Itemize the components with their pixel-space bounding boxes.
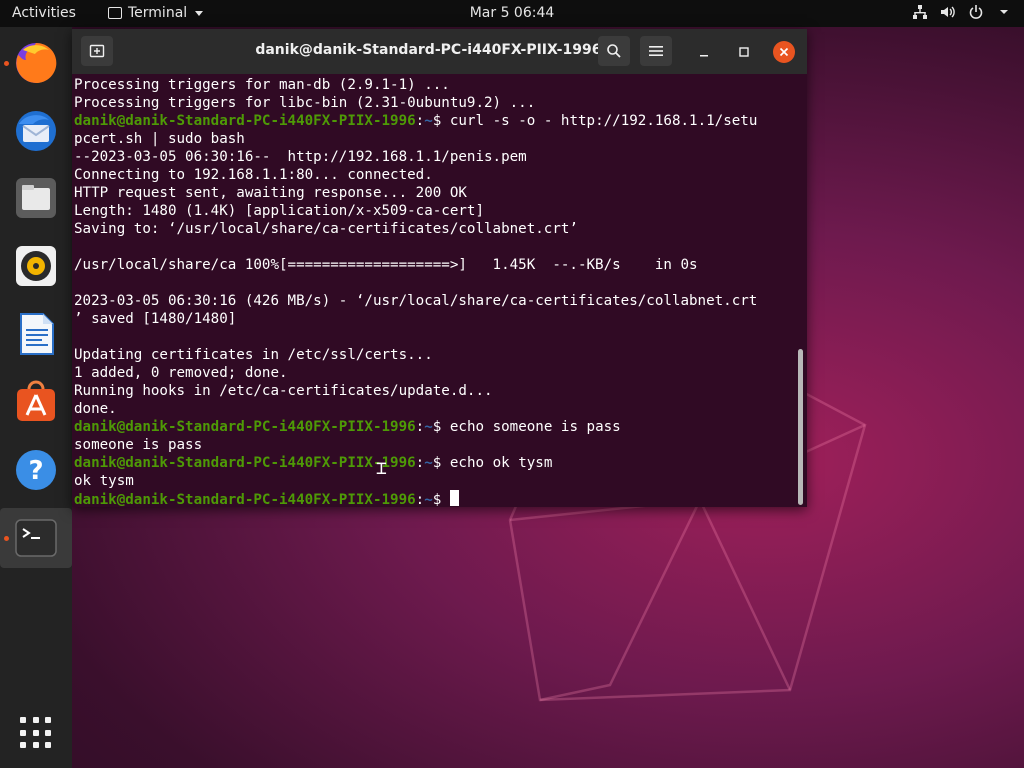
terminal-output-line: Processing triggers for man-db (2.9.1-1)… [74, 77, 450, 93]
terminal-output[interactable]: Processing triggers for man-db (2.9.1-1)… [74, 76, 794, 506]
prompt-path: ~ [424, 419, 433, 435]
terminal-cursor [449, 490, 459, 506]
dock-item-terminal[interactable] [0, 508, 72, 568]
terminal-window[interactable]: danik@danik-Standard-PC-i440FX-PIIX-1996… [72, 29, 807, 507]
prompt-path: ~ [424, 455, 433, 471]
files-icon [16, 178, 56, 218]
terminal-prompt-line: danik@danik-Standard-PC-i440FX-PIIX-1996… [74, 490, 794, 506]
text-cursor-icon: ⌶ [376, 458, 387, 479]
close-button[interactable] [773, 41, 795, 63]
hamburger-icon [649, 46, 663, 56]
prompt-dollar: $ [432, 492, 450, 506]
terminal-headerbar[interactable]: danik@danik-Standard-PC-i440FX-PIIX-1996… [72, 29, 807, 74]
prompt-user-host: danik@danik-Standard-PC-i440FX-PIIX-1996 [74, 455, 416, 471]
top-bar: Activities Terminal Mar 5 06:44 [0, 0, 1024, 27]
close-icon [779, 47, 789, 57]
dock-item-thunderbird[interactable] [0, 101, 72, 161]
clock[interactable]: Mar 5 06:44 [470, 5, 555, 21]
prompt-path: ~ [424, 492, 433, 506]
terminal-output-line: Connecting to 192.168.1.1:80... connecte… [74, 167, 433, 183]
dock-item-files[interactable] [0, 168, 72, 228]
dock-item-ubuntu-software[interactable] [0, 372, 72, 432]
dock-item-firefox[interactable] [0, 33, 72, 93]
search-button[interactable] [598, 36, 630, 66]
activities-button[interactable]: Activities [12, 5, 76, 21]
rhythmbox-icon [16, 246, 56, 286]
minimize-icon [700, 55, 708, 57]
terminal-icon [15, 519, 57, 557]
app-menu-label: Terminal [128, 5, 188, 21]
prompt-dollar: $ [432, 113, 450, 129]
command-text: echo ok tysm [449, 455, 553, 471]
terminal-output-line: Running hooks in /etc/ca-certificates/up… [74, 383, 493, 399]
app-menu[interactable]: Terminal [108, 5, 204, 21]
system-tray[interactable] [912, 4, 1012, 20]
terminal-output-line: /usr/local/share/ca 100%[===============… [74, 257, 698, 273]
prompt-colon: : [415, 113, 425, 129]
terminal-prompt-line: danik@danik-Standard-PC-i440FX-PIIX-1996… [74, 454, 794, 472]
prompt-user-host: danik@danik-Standard-PC-i440FX-PIIX-1996 [74, 492, 416, 506]
running-indicator [4, 61, 9, 66]
chevron-down-icon[interactable] [996, 4, 1012, 20]
terminal-output-line: HTTP request sent, awaiting response... … [74, 185, 467, 201]
terminal-prompt-line: danik@danik-Standard-PC-i440FX-PIIX-1996… [74, 112, 794, 130]
new-tab-icon [89, 44, 105, 58]
terminal-output-line: ’ saved [1480/1480] [74, 311, 237, 327]
dock-item-writer[interactable] [0, 304, 72, 364]
network-icon[interactable] [912, 4, 928, 20]
terminal-prompt-line: danik@danik-Standard-PC-i440FX-PIIX-1996… [74, 418, 794, 436]
terminal-output-line: done. [74, 401, 117, 417]
minimize-button[interactable] [693, 41, 715, 63]
svg-text:?: ? [28, 456, 43, 486]
scrollbar[interactable] [798, 349, 803, 505]
prompt-user-host: danik@danik-Standard-PC-i440FX-PIIX-1996 [74, 113, 416, 129]
terminal-output-line: 1 added, 0 removed; done. [74, 365, 288, 381]
prompt-colon: : [415, 455, 425, 471]
terminal-output-line: someone is pass [74, 437, 203, 453]
volume-icon[interactable] [940, 4, 956, 20]
libreoffice-writer-icon [20, 313, 54, 355]
prompt-colon: : [415, 419, 425, 435]
dock-item-rhythmbox[interactable] [0, 236, 72, 296]
prompt-path: ~ [424, 113, 433, 129]
command-text: echo someone is pass [449, 419, 621, 435]
maximize-icon [739, 47, 749, 57]
menu-button[interactable] [640, 36, 672, 66]
prompt-user-host: danik@danik-Standard-PC-i440FX-PIIX-1996 [74, 419, 416, 435]
new-tab-button[interactable] [81, 36, 113, 66]
terminal-small-icon [108, 7, 122, 19]
terminal-output-line: --2023-03-05 06:30:16-- http://192.168.1… [74, 149, 527, 165]
terminal-output-line: 2023-03-05 06:30:16 (426 MB/s) - ‘/usr/l… [74, 293, 758, 309]
terminal-output-line: Updating certificates in /etc/ssl/certs.… [74, 347, 433, 363]
prompt-colon: : [415, 492, 425, 506]
prompt-dollar: $ [432, 455, 450, 471]
terminal-output-line: ok tysm [74, 473, 134, 489]
terminal-output-line: Processing triggers for libc-bin (2.31-0… [74, 95, 536, 111]
search-icon [607, 44, 621, 58]
command-text: curl -s -o - http://192.168.1.1/setu [449, 113, 758, 129]
terminal-output-line: Length: 1480 (1.4K) [application/x-x509-… [74, 203, 484, 219]
show-applications-icon[interactable] [20, 717, 52, 749]
firefox-icon [16, 42, 57, 83]
ubuntu-software-icon [17, 380, 55, 421]
prompt-dollar: $ [432, 419, 450, 435]
terminal-output-line: pcert.sh | sudo bash [74, 131, 245, 147]
power-icon[interactable] [968, 4, 984, 20]
running-indicator [4, 536, 9, 541]
maximize-button[interactable] [733, 41, 755, 63]
dock: ? [0, 27, 72, 768]
help-icon: ? [16, 450, 56, 490]
chevron-down-icon [195, 10, 204, 16]
thunderbird-icon [16, 111, 56, 151]
terminal-output-line: Saving to: ‘/usr/local/share/ca-certific… [74, 221, 578, 237]
dock-item-help[interactable]: ? [0, 440, 72, 500]
